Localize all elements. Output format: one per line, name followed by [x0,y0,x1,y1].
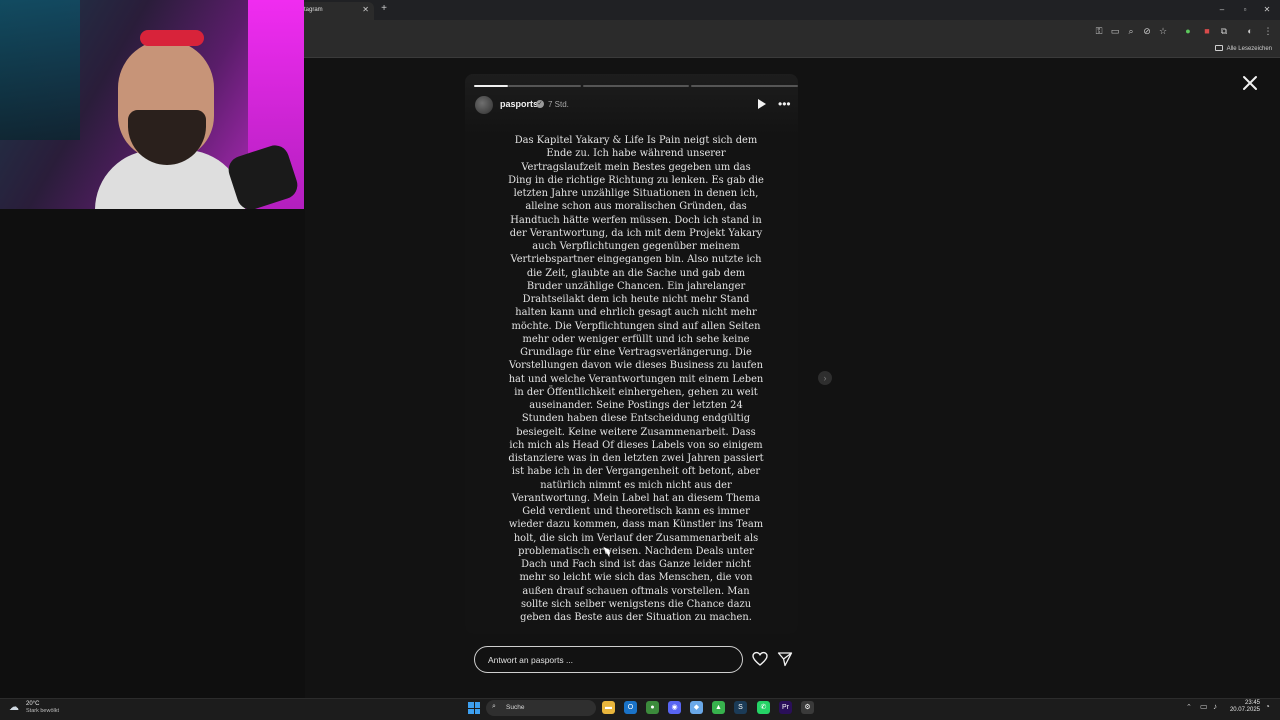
notification-bell-icon[interactable]: ◔ [1265,702,1270,711]
verified-badge-icon: ✓ [536,100,544,108]
cast-icon[interactable]: ▭ [1109,24,1121,38]
minimize-icon[interactable]: – [1215,3,1229,17]
app-green-icon[interactable]: ▲ [712,701,725,714]
weather-description[interactable]: Stark bewölkt [26,708,59,714]
reply-input[interactable] [474,646,743,673]
send-icon[interactable] [777,651,793,667]
chrome-icon[interactable]: ● [646,701,659,714]
search-label: Suche [506,704,525,711]
whatsapp-icon[interactable]: ✆ [757,701,770,714]
all-bookmarks-button[interactable]: Alle Lesezeichen [1214,45,1272,52]
browser-tab[interactable]: tagram ✕ [300,2,374,20]
story-timestamp: 7 Std. [548,100,569,109]
app-droplet-icon[interactable]: ◆ [690,701,703,714]
premiere-icon[interactable]: Pr [779,701,792,714]
more-options-icon[interactable]: ••• [778,97,791,111]
extension-red-icon[interactable]: ■ [1201,24,1213,38]
settings-icon[interactable]: ⚙ [801,701,814,714]
network-icon[interactable]: ▭ [1200,702,1208,711]
webcam-overlay [0,0,304,209]
tab-title: tagram [304,7,323,13]
password-key-icon[interactable]: ⚿ [1093,24,1105,38]
story-text: Das Kapitel Yakary & Life Is Pain neigt … [508,135,764,623]
file-explorer-icon[interactable]: ▬ [602,701,615,714]
extension-green-icon[interactable]: ● [1182,24,1194,38]
taskbar-search[interactable]: ⌕ Suche [486,700,596,716]
play-icon[interactable] [757,98,767,110]
bookmark-star-icon[interactable]: ☆ [1157,24,1169,38]
avatar[interactable] [475,96,493,114]
start-windows-icon[interactable] [468,702,480,714]
weather-cloud-icon[interactable]: ☁ [9,702,19,713]
eye-off-icon[interactable]: ⊘ [1141,24,1153,38]
browser-menu-icon[interactable]: ⋮ [1262,24,1274,38]
weather-temperature[interactable]: 20°C [26,701,39,707]
new-tab-button[interactable]: + [378,3,390,15]
heart-icon[interactable] [752,651,768,667]
steam-icon[interactable]: S [734,701,747,714]
system-clock[interactable]: 23:45 20.07.2025 [1226,700,1260,714]
folder-icon [1214,45,1223,51]
window-close-icon[interactable]: ✕ [1260,3,1274,17]
story-progress-bar-2 [583,85,689,87]
maximize-icon[interactable]: ▫ [1238,3,1252,17]
zoom-icon[interactable]: ⌕ [1125,24,1137,38]
clock-time: 23:45 [1244,700,1260,706]
clock-date: 20.07.2025 [1229,707,1260,713]
discord-icon[interactable]: ◉ [668,701,681,714]
tab-close-icon[interactable]: ✕ [362,5,369,14]
close-icon[interactable] [1240,73,1260,93]
taskbar [0,698,1280,720]
story-progress-bar-3 [691,85,798,87]
outlook-icon[interactable]: O [624,701,637,714]
speaker-icon[interactable]: ♪ [1213,702,1217,711]
extensions-puzzle-icon[interactable]: ⧉ [1218,24,1230,38]
tray-chevron-up-icon[interactable]: ⌃ [1186,703,1192,711]
search-icon: ⌕ [492,703,496,710]
story-progress-bar-1 [474,85,508,87]
profile-icon[interactable]: ◐ [1244,24,1256,38]
next-story-button[interactable]: › [818,371,832,385]
story-username[interactable]: pasports [500,99,538,109]
story-progress-bar-1-rest [508,85,581,87]
